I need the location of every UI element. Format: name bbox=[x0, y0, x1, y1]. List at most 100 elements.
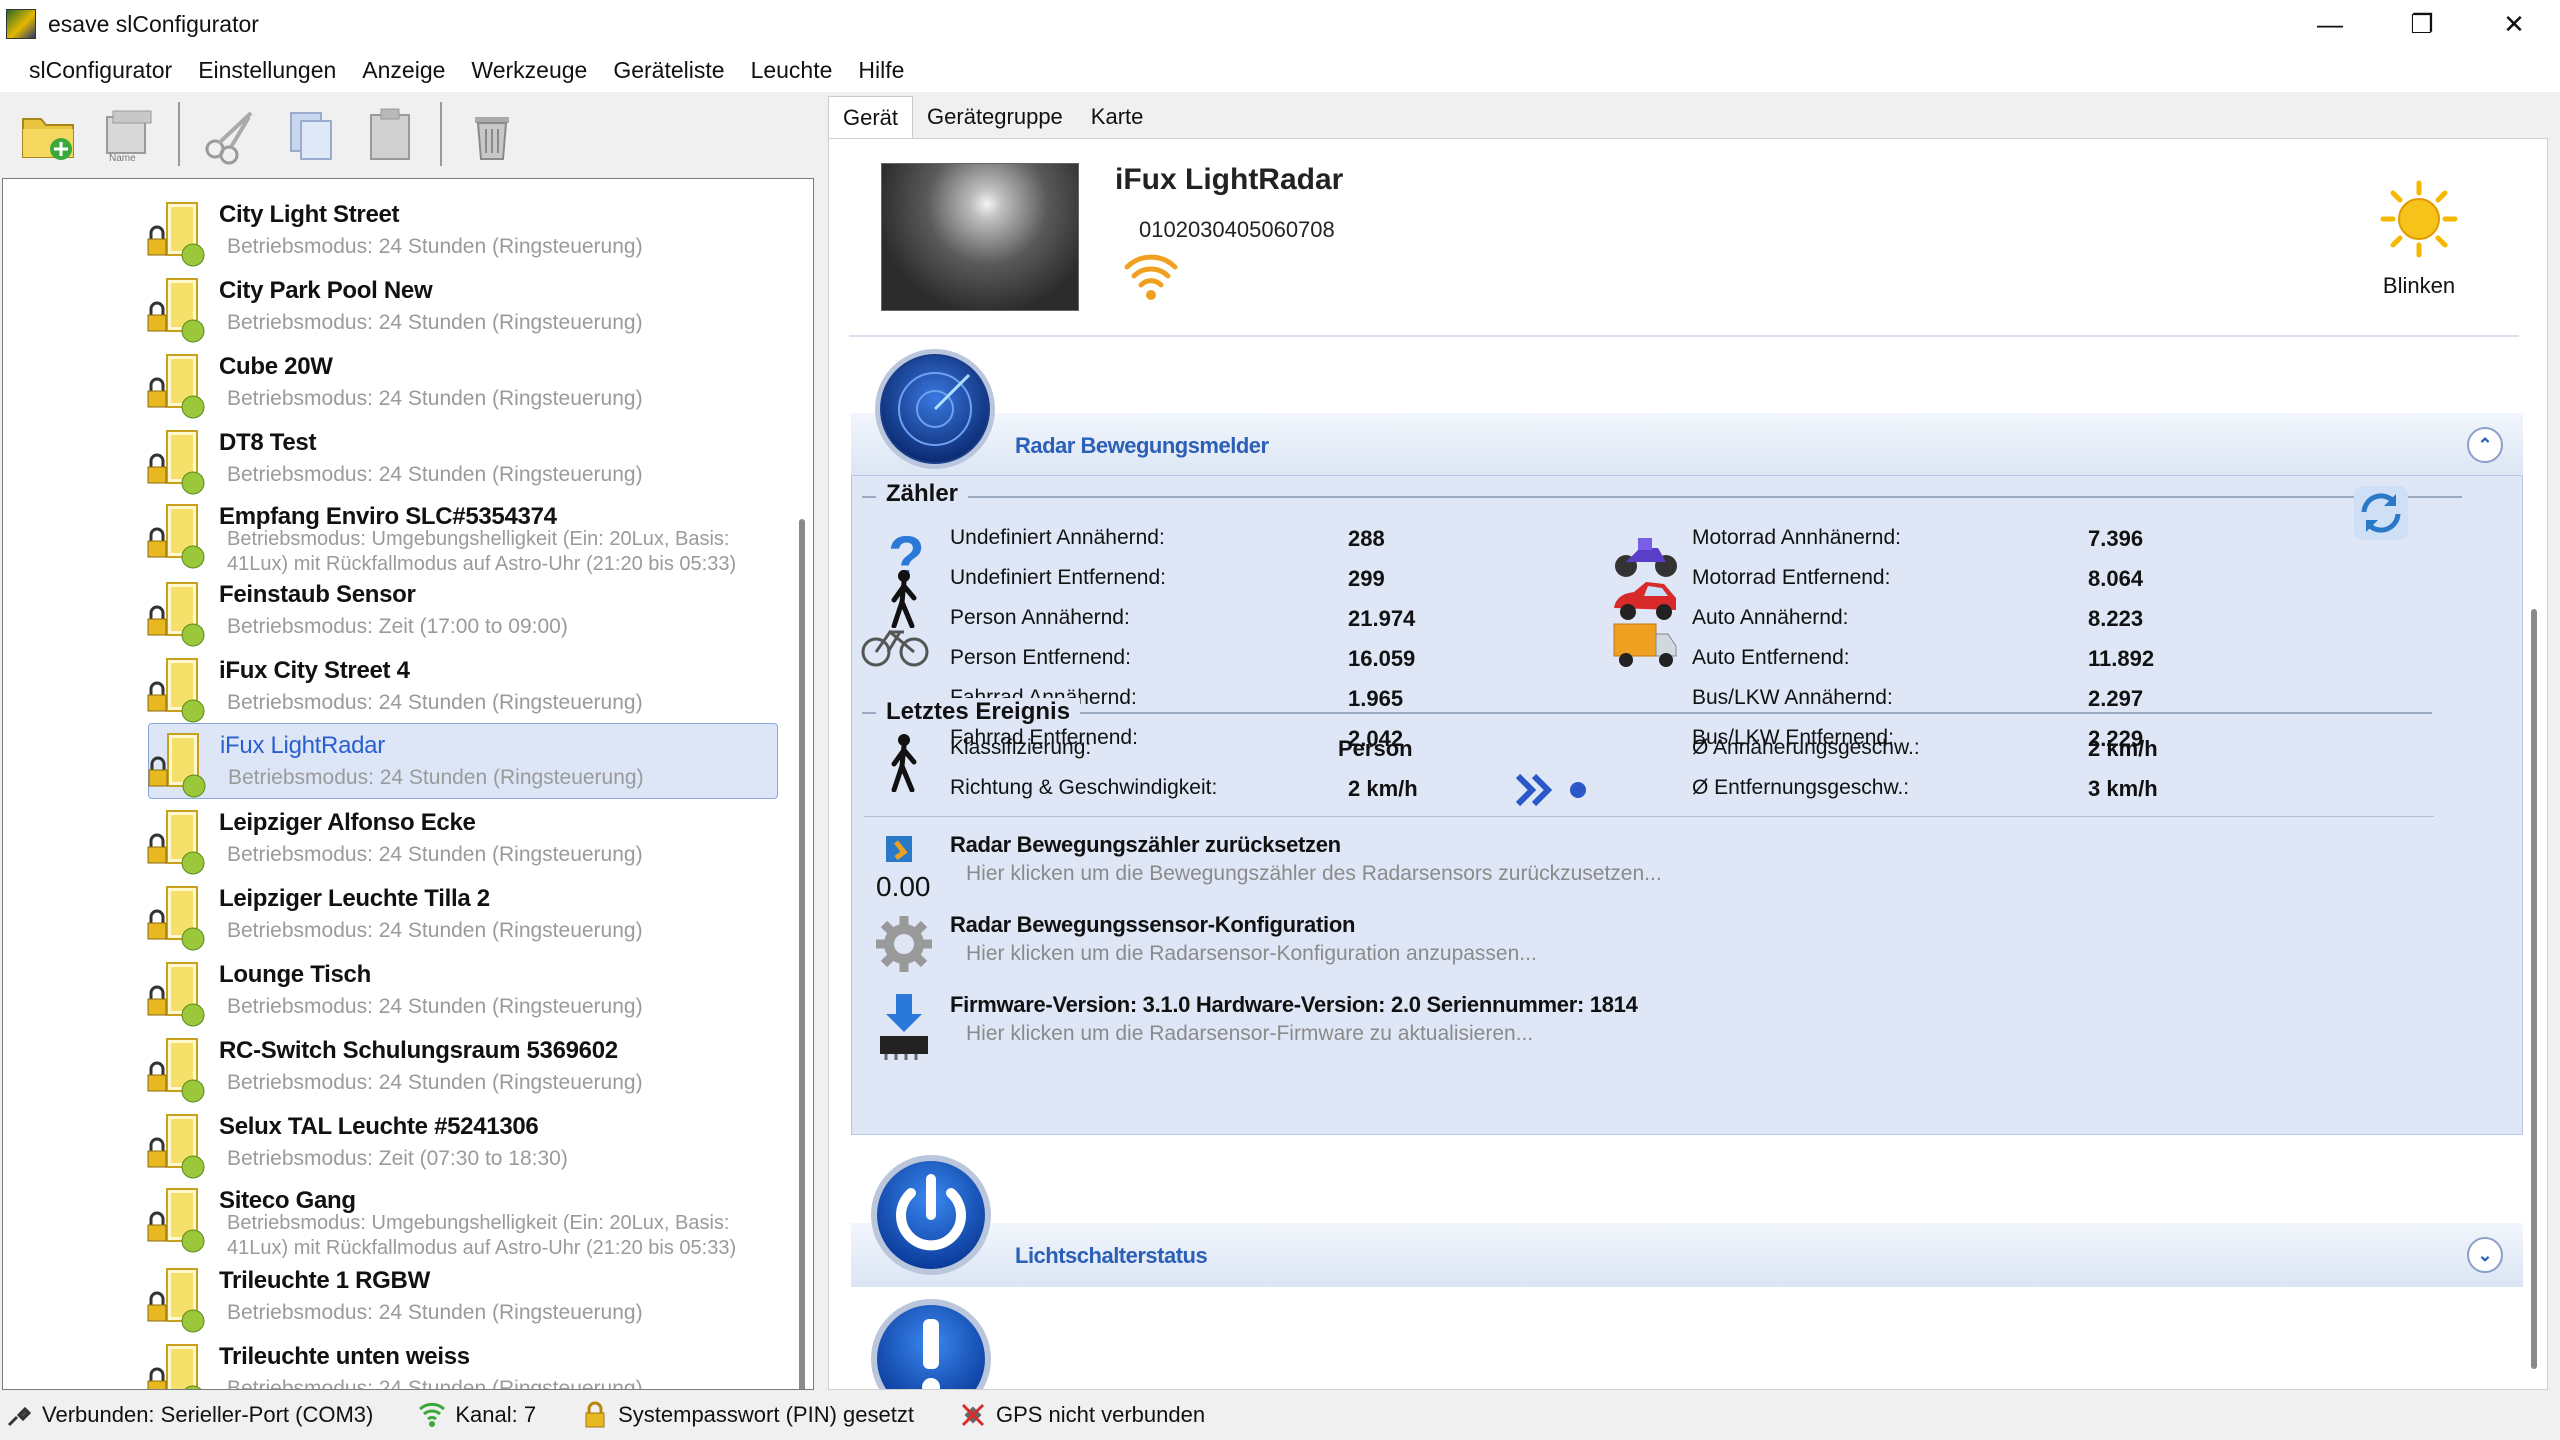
status-text: Systempasswort (PIN) gesetzt bbox=[618, 1402, 914, 1427]
tree-item-mode: Betriebsmodus: 24 Stunden (Ringsteuerung… bbox=[227, 387, 643, 410]
tree-item[interactable]: iFux City Street 4 Betriebsmodus: 24 Stun… bbox=[143, 649, 778, 725]
radar-config-action[interactable]: Radar Bewegungssensor-Konfiguration Hier… bbox=[862, 908, 2462, 984]
tree-item-mode: Betriebsmodus: 24 Stunden (Ringsteuerung… bbox=[227, 463, 643, 486]
connection-icon bbox=[4, 1400, 34, 1430]
tree-item-name: Lounge Tisch bbox=[219, 961, 371, 988]
expand-down-icon[interactable]: ⌄ bbox=[2467, 1237, 2503, 1273]
menu-slconfigurator[interactable]: slConfigurator bbox=[16, 57, 185, 84]
delete-button[interactable] bbox=[456, 98, 528, 170]
firmware-action[interactable]: Firmware-Version: 3.1.0 Hardware-Version… bbox=[862, 988, 2462, 1068]
tree-item[interactable]: City Park Pool New Betriebsmodus: 24 Stun… bbox=[143, 269, 778, 345]
classification-label: Klassifizierung: bbox=[950, 736, 1092, 759]
rename-icon: Name bbox=[106, 110, 152, 164]
tree-item-mode: Betriebsmodus: 24 Stunden (Ringsteuerung… bbox=[227, 311, 643, 334]
luminaire-lock-icon bbox=[147, 1038, 205, 1103]
tree-item-mode: Betriebsmodus: 24 Stunden (Ringsteuerung… bbox=[227, 691, 643, 714]
menu-hilfe[interactable]: Hilfe bbox=[845, 57, 917, 84]
copy-button[interactable] bbox=[274, 98, 346, 170]
menu-geraeteliste[interactable]: Geräteliste bbox=[600, 57, 737, 84]
new-device-button[interactable] bbox=[12, 98, 84, 170]
counter-label: Motorrad Entfernend: bbox=[1692, 566, 1891, 589]
tree-item[interactable]: Leipziger Leuchte Tilla 2 Betriebsmodus: … bbox=[143, 877, 778, 953]
tree-item[interactable]: Leipziger Alfonso Ecke Betriebsmodus: 24 … bbox=[143, 801, 778, 877]
counter-label: Person Annähernd: bbox=[950, 606, 1130, 629]
group-divider bbox=[862, 712, 2432, 714]
tree-item[interactable]: RC-Switch Schulungsraum 5369602 Betriebsm… bbox=[143, 1029, 778, 1105]
menu-einstellungen[interactable]: Einstellungen bbox=[185, 57, 349, 84]
tree-item[interactable]: Lounge Tisch Betriebsmodus: 24 Stunden (R… bbox=[143, 953, 778, 1029]
luminaire-lock-icon bbox=[147, 1188, 205, 1253]
paste-button[interactable] bbox=[354, 98, 426, 170]
lock-icon bbox=[580, 1400, 610, 1430]
tree-item[interactable]: Selux TAL Leuchte #5241306 Betriebsmodus:… bbox=[143, 1105, 778, 1181]
scissors-icon bbox=[205, 111, 253, 165]
counter-value: 2.297 bbox=[2088, 686, 2144, 711]
maximize-button[interactable]: ❐ bbox=[2376, 0, 2468, 48]
tree-item[interactable]: Siteco Gang Betriebsmodus: Umgebungshelli… bbox=[143, 1179, 778, 1259]
device-name: iFux LightRadar bbox=[1115, 163, 1344, 196]
status-text: Kanal: 7 bbox=[455, 1402, 537, 1427]
luminaire-lock-icon bbox=[147, 430, 205, 495]
lightswitch-section-header[interactable]: Lichtschalterstatus ⌄ bbox=[851, 1223, 2523, 1287]
status-channel: Kanal: 7 bbox=[417, 1400, 536, 1430]
luminaire-lock-icon bbox=[147, 1268, 205, 1333]
depart-speed-value: 3 km/h bbox=[2088, 776, 2158, 801]
device-detail-panel: iFux LightRadar 0102030405060708 Blinken… bbox=[828, 138, 2548, 1390]
content-scrollbar[interactable] bbox=[2531, 609, 2537, 1369]
lightswitch-section-title: Lichtschalterstatus bbox=[1015, 1243, 1208, 1268]
action-divider bbox=[864, 816, 2434, 817]
radar-icon bbox=[875, 349, 995, 469]
refresh-icon[interactable] bbox=[2352, 484, 2410, 542]
tree-item[interactable]: DT8 Test Betriebsmodus: 24 Stunden (Rings… bbox=[143, 421, 778, 497]
luminaire-lock-icon bbox=[147, 1344, 202, 1389]
radar-section-header[interactable]: Radar Bewegungsmelder ⌃ bbox=[851, 413, 2523, 477]
depart-speed-label: Ø Entfernungsgeschw.: bbox=[1692, 776, 1910, 799]
reset-counter-action[interactable]: 0.00 Radar Bewegungszähler zurücksetzen … bbox=[862, 828, 2462, 904]
luminaire-lock-icon bbox=[148, 733, 206, 798]
tree-item[interactable]: Trileuchte 1 RGBW Betriebsmodus: 24 Stund… bbox=[143, 1259, 778, 1335]
trash-icon bbox=[475, 117, 509, 160]
tab-bar: Gerät Gerätegruppe Karte bbox=[828, 96, 1158, 138]
tree-item[interactable]: City Light Street Betriebsmodus: 24 Stund… bbox=[143, 193, 778, 269]
collapse-up-icon[interactable]: ⌃ bbox=[2467, 427, 2503, 463]
info-alert-icon bbox=[871, 1299, 991, 1389]
classification-value: Person bbox=[1338, 736, 1413, 761]
tree-item-name: iFux City Street 4 bbox=[219, 657, 410, 684]
signal-strength-icon bbox=[1124, 254, 1178, 300]
reset-counter-icon: 0.00 bbox=[876, 836, 931, 902]
sun-icon[interactable] bbox=[2379, 179, 2459, 259]
toolbar-separator bbox=[440, 102, 442, 166]
tree-item[interactable]: iFux LightRadar Betriebsmodus: 24 Stunden… bbox=[148, 723, 778, 799]
tab-karte[interactable]: Karte bbox=[1076, 96, 1158, 138]
tree-scrollbar[interactable] bbox=[799, 519, 805, 1389]
direction-value: 2 km/h bbox=[1348, 776, 1418, 801]
blink-label[interactable]: Blinken bbox=[2319, 273, 2519, 299]
counter-value: 299 bbox=[1348, 566, 1385, 591]
menu-anzeige[interactable]: Anzeige bbox=[349, 57, 458, 84]
minimize-button[interactable]: — bbox=[2284, 0, 2376, 48]
tree-item[interactable]: Feinstaub Sensor Betriebsmodus: Zeit (17:… bbox=[143, 573, 778, 649]
luminaire-lock-icon bbox=[147, 886, 205, 951]
action-title: Radar Bewegungszähler zurücksetzen bbox=[950, 832, 1341, 857]
tree-item-mode: Betriebsmodus: 24 Stunden (Ringsteuerung… bbox=[227, 1071, 643, 1094]
tree-item-name: Feinstaub Sensor bbox=[219, 581, 416, 608]
tree-item-mode: Betriebsmodus: Zeit (17:00 to 09:00) bbox=[227, 615, 568, 638]
tree-item[interactable]: Empfang Enviro SLC#5354374 Betriebsmodus:… bbox=[143, 495, 778, 575]
device-tree[interactable]: City Light Street Betriebsmodus: 24 Stund… bbox=[2, 178, 814, 1390]
tab-geraetegruppe[interactable]: Gerätegruppe bbox=[913, 96, 1077, 138]
device-photo bbox=[881, 163, 1079, 311]
counter-value: 8.223 bbox=[2088, 606, 2144, 631]
rename-button[interactable]: Name bbox=[92, 98, 164, 170]
counter-label: Motorrad Annhänernd: bbox=[1692, 526, 1901, 549]
tree-item-name: Leipziger Leuchte Tilla 2 bbox=[219, 885, 490, 912]
menu-werkzeuge[interactable]: Werkzeuge bbox=[458, 57, 600, 84]
counter-label: Bus/LKW Annähernd: bbox=[1692, 686, 1893, 709]
tree-item-mode: Betriebsmodus: 24 Stunden (Ringsteuerung… bbox=[227, 995, 643, 1018]
tree-item[interactable]: Trileuchte unten weiss Betriebsmodus: 24 … bbox=[143, 1335, 778, 1389]
cut-button[interactable] bbox=[194, 98, 266, 170]
tree-item[interactable]: Cube 20W Betriebsmodus: 24 Stunden (Rings… bbox=[143, 345, 778, 421]
close-button[interactable]: ✕ bbox=[2468, 0, 2560, 48]
folder-add-icon bbox=[22, 118, 74, 160]
menu-leuchte[interactable]: Leuchte bbox=[738, 57, 846, 84]
tab-geraet[interactable]: Gerät bbox=[828, 96, 914, 138]
